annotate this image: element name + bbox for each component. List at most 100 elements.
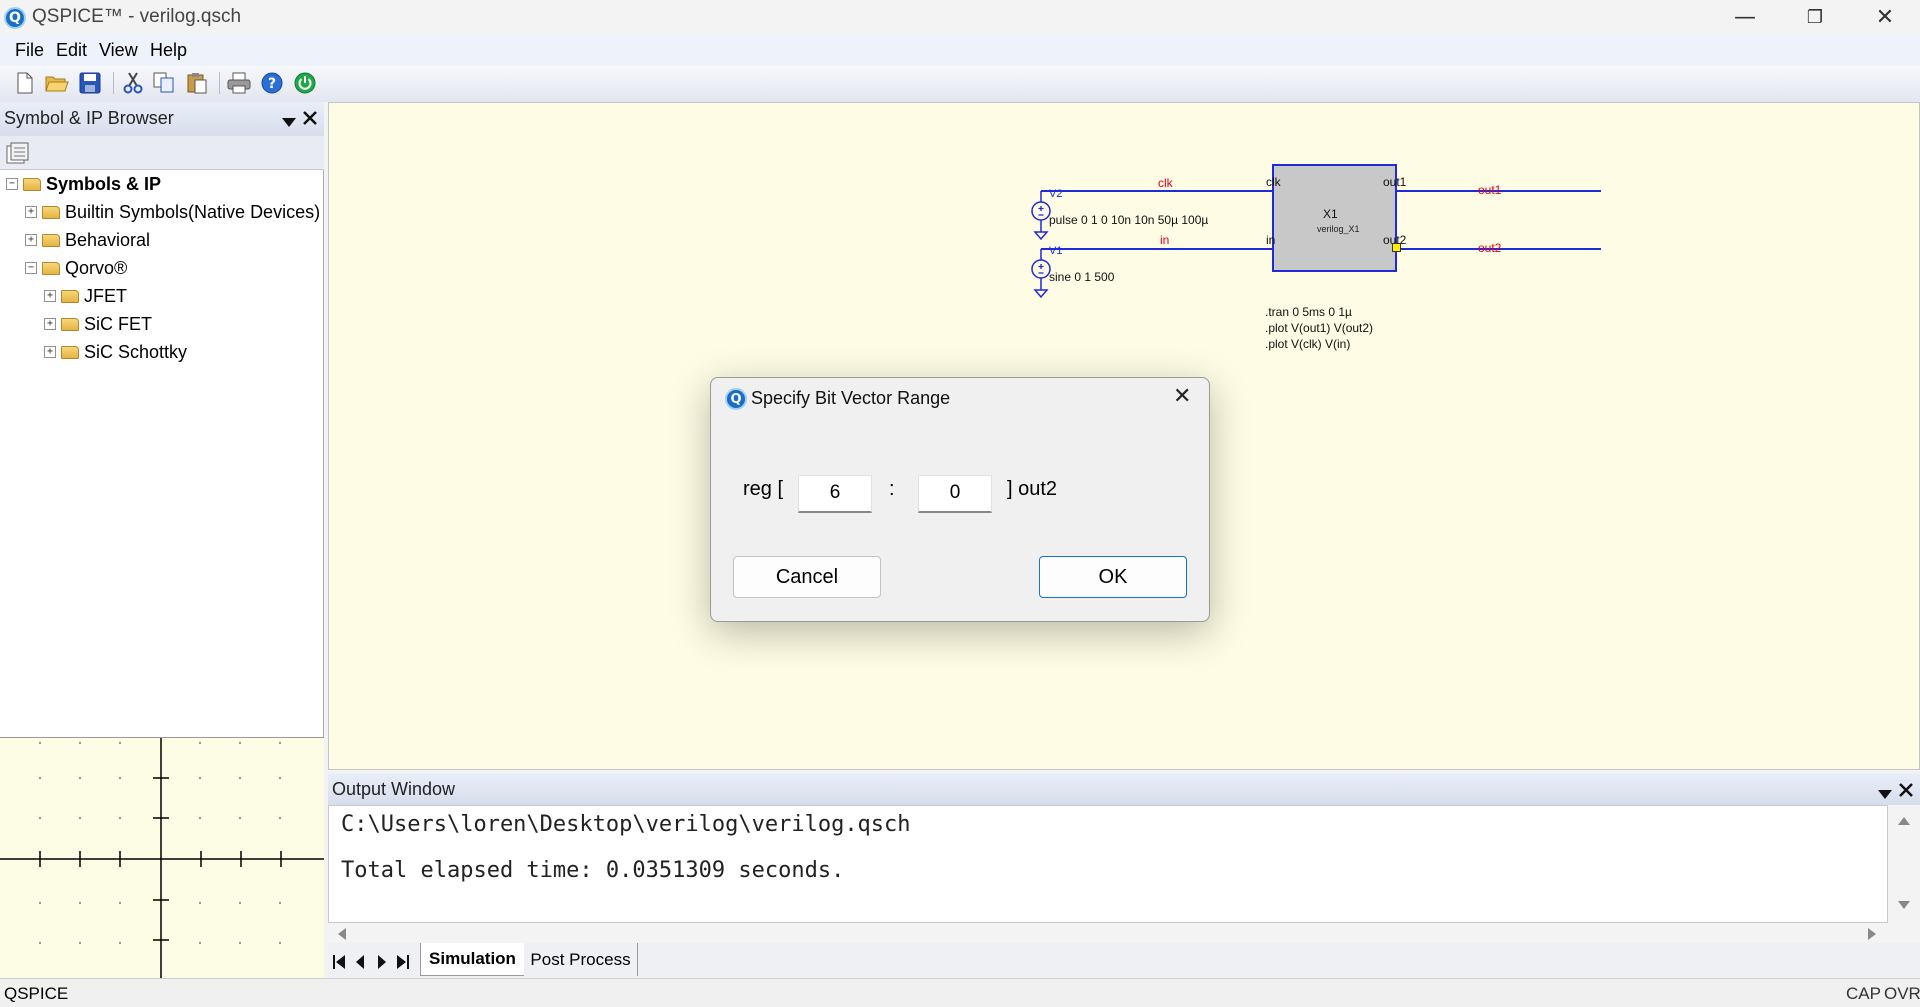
menu-edit[interactable]: Edit	[56, 40, 87, 61]
svg-text:?: ?	[268, 76, 276, 92]
output-dropdown-icon[interactable]	[1878, 784, 1892, 805]
expand-icon[interactable]: +	[44, 318, 56, 330]
panel-close-icon[interactable]	[303, 109, 317, 130]
directive-line: .plot V(clk) V(in)	[1265, 337, 1351, 351]
toolbar-separator	[219, 72, 220, 94]
dialog-close-button[interactable]: ✕	[1173, 384, 1191, 409]
output-text-area[interactable]: C:\Users\loren\Desktop\verilog\verilog.q…	[328, 805, 1888, 923]
folder-icon	[61, 317, 79, 331]
tree-item-behavioral[interactable]: + Behavioral	[4, 226, 322, 254]
tab-next-icon[interactable]	[377, 953, 387, 974]
symbol-browser-title: Symbol & IP Browser	[4, 108, 174, 128]
pin-in-label: in	[1266, 233, 1276, 247]
tree-item-label: Builtin Symbols(Native Devices)	[65, 201, 321, 222]
symbol-tree: − Symbols & IP + Builtin Symbols(Native …	[4, 170, 322, 366]
window-title: QSPICE™ - verilog.qsch	[32, 6, 242, 27]
scroll-right-icon[interactable]	[1868, 928, 1876, 940]
folder-icon	[42, 205, 60, 219]
save-icon[interactable]	[78, 71, 102, 95]
net-label-out1[interactable]: out1	[1478, 183, 1501, 197]
new-file-icon[interactable]	[13, 71, 37, 95]
output-close-icon[interactable]	[1899, 781, 1913, 802]
qspice-logo-icon: Q	[4, 7, 26, 29]
spice-directives[interactable]: .tran 0 5ms 0 1µ .plot V(out1) V(out2) .…	[1265, 304, 1373, 352]
qspice-logo-icon: Q	[725, 388, 747, 410]
cut-icon[interactable]	[121, 71, 145, 95]
power-icon[interactable]	[293, 71, 317, 95]
range-to-input[interactable]: 0	[918, 475, 992, 513]
menu-help[interactable]: Help	[150, 40, 187, 61]
ok-button[interactable]: OK	[1039, 556, 1187, 598]
tree-item-label: SiC FET	[84, 313, 153, 334]
net-label-out2[interactable]: out2	[1478, 241, 1501, 255]
folder-icon	[61, 345, 79, 359]
title-bar	[0, 0, 1920, 34]
tab-post-process[interactable]: Post Process	[524, 943, 638, 976]
scroll-left-icon[interactable]	[338, 928, 346, 940]
menu-view[interactable]: View	[99, 40, 138, 61]
output-line: Total elapsed time: 0.0351309 seconds.	[341, 858, 845, 883]
pin-out1-label: out1	[1383, 175, 1407, 189]
folder-icon	[23, 177, 41, 191]
dialog-title: Specify Bit Vector Range	[751, 388, 951, 408]
copy-icon[interactable]	[152, 71, 176, 95]
pin-clk-label: clk	[1266, 175, 1281, 189]
tree-item-label: Qorvo®	[65, 257, 128, 278]
directive-line: .plot V(out1) V(out2)	[1265, 321, 1374, 335]
source-v2-value[interactable]: pulse 0 1 0 10n 10n 50µ 100µ	[1049, 213, 1208, 227]
expand-icon[interactable]: +	[25, 234, 37, 246]
block-subname: verilog_X1	[1317, 224, 1360, 234]
open-folder-icon[interactable]	[45, 71, 69, 95]
source-v1-value[interactable]: sine 0 1 500	[1049, 270, 1114, 284]
tab-prev-icon[interactable]	[355, 953, 365, 974]
scroll-up-icon[interactable]	[1898, 817, 1910, 825]
tree-item-sic-schottky[interactable]: + SiC Schottky	[4, 338, 322, 366]
directive-line: .tran 0 5ms 0 1µ	[1265, 305, 1352, 319]
tree-item-builtin-symbols[interactable]: + Builtin Symbols(Native Devices)	[4, 198, 322, 226]
selected-pin-marker[interactable]	[1392, 243, 1401, 252]
expand-icon[interactable]: +	[25, 206, 37, 218]
print-icon[interactable]	[227, 71, 251, 95]
net-label-clk[interactable]: clk	[1158, 176, 1173, 190]
collapse-icon[interactable]: −	[6, 178, 18, 190]
tree-item-sic-fet[interactable]: + SiC FET	[4, 310, 322, 338]
folder-icon	[61, 289, 79, 303]
help-icon[interactable]: ?	[260, 71, 284, 95]
menu-bar	[0, 34, 1920, 66]
tree-item-jfet[interactable]: + JFET	[4, 282, 322, 310]
tree-item-qorvo[interactable]: − Qorvo®	[4, 254, 322, 282]
collapse-icon[interactable]: −	[25, 262, 37, 274]
symbol-browser-toolbar	[0, 136, 324, 170]
output-line: C:\Users\loren\Desktop\verilog\verilog.q…	[341, 812, 911, 837]
scroll-down-icon[interactable]	[1898, 901, 1910, 909]
tab-first-icon[interactable]	[333, 953, 345, 974]
toolbar	[0, 66, 1920, 102]
output-window-header	[328, 773, 1920, 805]
preview-grid	[0, 738, 324, 978]
range-suffix-label: ] out2	[1007, 478, 1058, 500]
status-bar	[0, 978, 1920, 1007]
cancel-button[interactable]: Cancel	[733, 556, 881, 598]
tree-item-symbols-ip[interactable]: − Symbols & IP	[4, 170, 322, 198]
minimize-button[interactable]: —	[1710, 0, 1780, 34]
paste-icon[interactable]	[185, 71, 209, 95]
range-from-input[interactable]: 6	[798, 475, 872, 513]
tab-simulation[interactable]: Simulation	[420, 943, 524, 976]
toolbar-separator	[113, 72, 114, 94]
output-vertical-scrollbar[interactable]	[1888, 805, 1920, 923]
menu-file[interactable]: File	[15, 40, 44, 61]
panel-dropdown-icon[interactable]	[282, 112, 296, 133]
caps-lock-indicator: CAP	[1846, 984, 1881, 1003]
close-window-button[interactable]: ✕	[1850, 0, 1920, 34]
bit-vector-range-dialog: Q Specify Bit Vector Range ✕ reg [ 6 : 0…	[710, 377, 1210, 622]
restore-button[interactable]: ❐	[1780, 0, 1850, 34]
expand-icon[interactable]: +	[44, 290, 56, 302]
range-separator: :	[889, 478, 895, 500]
status-text: QSPICE	[4, 984, 69, 1003]
net-label-in[interactable]: in	[1160, 233, 1169, 247]
output-horizontal-scrollbar[interactable]	[328, 923, 1888, 943]
expand-icon[interactable]: +	[44, 346, 56, 358]
symbol-list-icon[interactable]	[6, 142, 30, 169]
tree-item-label: JFET	[84, 285, 127, 306]
tab-last-icon[interactable]	[397, 953, 409, 974]
